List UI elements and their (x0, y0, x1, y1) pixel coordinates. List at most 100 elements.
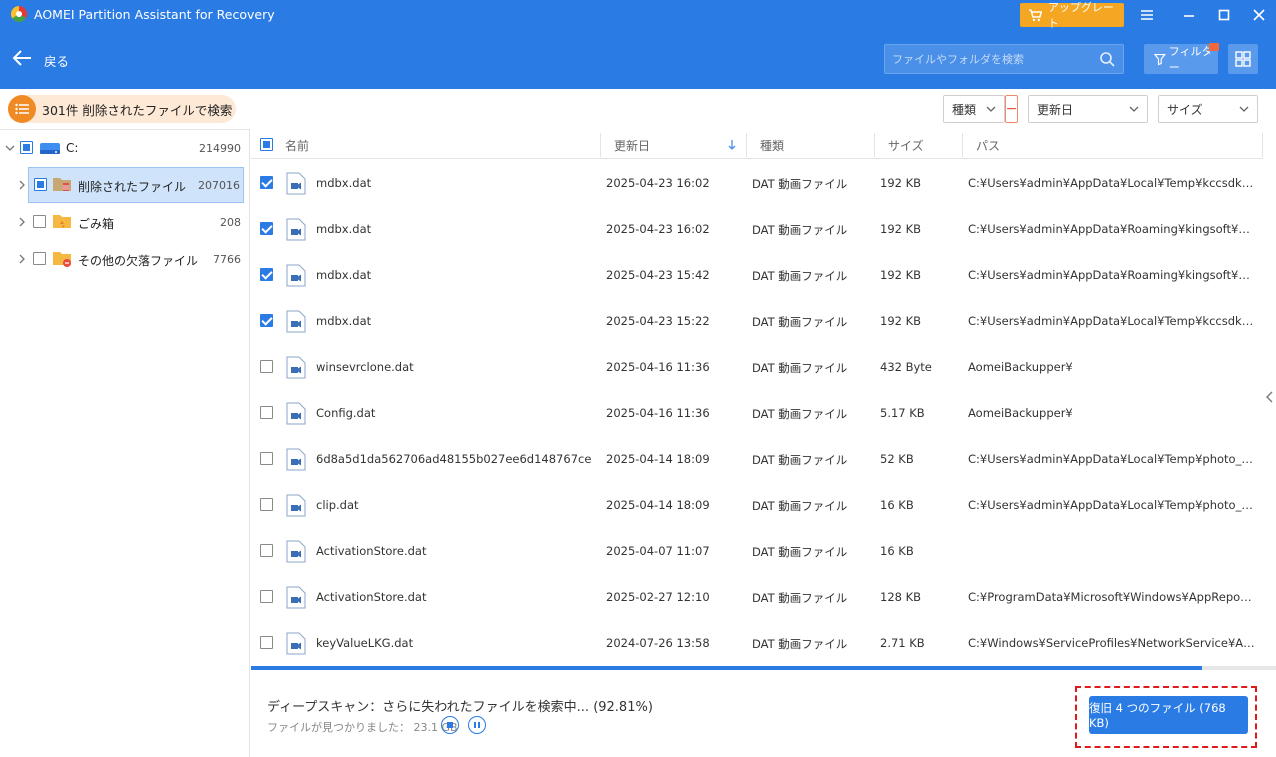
search-icon[interactable] (1099, 51, 1115, 67)
video-file-icon (286, 264, 306, 287)
chevron-right-icon[interactable] (17, 180, 27, 190)
close-button[interactable] (1247, 4, 1271, 26)
lost-files-folder-icon (53, 252, 71, 267)
file-type: DAT 動画ファイル (752, 407, 848, 421)
file-path: C:¥Users¥admin¥AppData¥Roaming¥kingsoft¥… (968, 268, 1256, 282)
chevron-down-icon (986, 106, 996, 112)
column-divider[interactable] (962, 133, 963, 157)
table-row[interactable]: mdbx.dat 2025-04-23 15:22 DAT 動画ファイル 192… (251, 298, 1263, 344)
video-file-icon (286, 310, 306, 333)
grid-view-icon (1235, 51, 1251, 67)
tree-checkbox-recycle-bin[interactable] (33, 215, 46, 228)
file-name: ActivationStore.dat (316, 590, 427, 604)
file-size: 192 KB (880, 314, 922, 328)
search-box[interactable] (884, 44, 1124, 74)
column-header-type[interactable]: 種類 (760, 137, 784, 154)
sort-descending-icon[interactable] (727, 139, 737, 151)
column-header-date[interactable]: 更新日 (614, 137, 650, 154)
file-path: AomeiBackupper¥ (968, 406, 1073, 420)
tree-count-deleted-files: 207016 (198, 179, 240, 192)
menu-button[interactable] (1135, 4, 1159, 26)
file-name: Config.dat (316, 406, 376, 420)
stop-scan-button[interactable] (441, 716, 459, 734)
row-checkbox[interactable] (260, 498, 273, 511)
file-date: 2025-04-16 11:36 (606, 360, 710, 374)
remove-filter-button[interactable]: − (1005, 95, 1018, 123)
folder-tree: C: 214990 削除されたファイル 207016 ごみ箱 208 その他の欠… (0, 129, 250, 757)
maximize-button[interactable] (1212, 4, 1236, 26)
pause-scan-button[interactable] (468, 716, 486, 734)
tree-label-other-lost-files: その他の欠落ファイル (78, 254, 199, 268)
scan-progress-bar (251, 666, 1276, 670)
file-type: DAT 動画ファイル (752, 223, 848, 237)
search-input[interactable] (885, 45, 1095, 73)
file-name: keyValueLKG.dat (316, 636, 414, 650)
table-row[interactable]: mdbx.dat 2025-04-23 16:02 DAT 動画ファイル 192… (251, 206, 1263, 252)
upgrade-button[interactable]: アップグレート (1020, 1, 1124, 30)
file-name: mdbx.dat (316, 176, 372, 190)
table-row[interactable]: clip.dat 2025-04-14 18:09 DAT 動画ファイル 16 … (251, 482, 1263, 528)
tree-item-recycle-bin[interactable]: ごみ箱 208 (0, 204, 250, 240)
filter-icon (1154, 53, 1166, 65)
column-header-path[interactable]: パス (976, 137, 1000, 154)
column-divider[interactable] (1262, 133, 1263, 157)
table-row[interactable]: Config.dat 2025-04-16 11:36 DAT 動画ファイル 5… (251, 390, 1263, 436)
table-row[interactable]: mdbx.dat 2025-04-23 16:02 DAT 動画ファイル 192… (251, 160, 1263, 206)
tree-checkbox-drive-c[interactable] (20, 141, 33, 154)
chevron-down-icon[interactable] (5, 143, 15, 153)
date-filter-label: 更新日 (1037, 102, 1074, 117)
column-divider[interactable] (746, 133, 747, 157)
filter-button[interactable]: フィルター (1144, 43, 1219, 74)
row-checkbox[interactable] (260, 222, 273, 235)
tree-item-other-lost-files[interactable]: その他の欠落ファイル 7766 (0, 241, 250, 277)
column-divider[interactable] (874, 133, 875, 157)
column-divider[interactable] (600, 133, 601, 157)
table-row[interactable]: ActivationStore.dat 2025-02-27 12:10 DAT… (251, 574, 1263, 620)
table-row[interactable]: keyValueLKG.dat 2024-07-26 13:58 DAT 動画フ… (251, 620, 1263, 666)
result-summary-text: 301件 削除されたファイルで検索 (42, 102, 233, 118)
size-filter-dropdown[interactable]: サイズ (1158, 95, 1258, 123)
file-type: DAT 動画ファイル (752, 637, 848, 651)
chevron-right-icon[interactable] (17, 217, 27, 227)
back-label[interactable]: 戻る (44, 51, 69, 70)
minimize-button[interactable] (1177, 4, 1201, 26)
file-size: 2.71 KB (880, 636, 925, 650)
row-checkbox[interactable] (260, 636, 273, 649)
file-type: DAT 動画ファイル (752, 499, 848, 513)
file-type: DAT 動画ファイル (752, 361, 848, 375)
row-checkbox[interactable] (260, 406, 273, 419)
file-date: 2025-04-23 16:02 (606, 176, 710, 190)
row-checkbox[interactable] (260, 590, 273, 603)
tree-checkbox-deleted-files[interactable] (34, 178, 47, 191)
close-icon (1253, 9, 1265, 21)
column-header-size[interactable]: サイズ (888, 137, 924, 154)
date-filter-dropdown[interactable]: 更新日 (1028, 95, 1148, 123)
tree-item-drive-c[interactable]: C: 214990 (0, 130, 250, 166)
table-row[interactable]: winsevrclone.dat 2025-04-16 11:36 DAT 動画… (251, 344, 1263, 390)
row-checkbox[interactable] (260, 544, 273, 557)
chevron-right-icon[interactable] (17, 254, 27, 264)
row-checkbox[interactable] (260, 268, 273, 281)
file-type: DAT 動画ファイル (752, 269, 848, 283)
table-row[interactable]: ActivationStore.dat 2025-04-07 11:07 DAT… (251, 528, 1263, 574)
recover-button[interactable]: 復旧 4 つのファイル (768 KB) (1089, 696, 1248, 734)
tree-checkbox-other-lost-files[interactable] (33, 252, 46, 265)
column-header-name[interactable]: 名前 (285, 137, 309, 154)
back-arrow-icon[interactable] (11, 48, 33, 68)
row-checkbox[interactable] (260, 314, 273, 327)
row-checkbox[interactable] (260, 176, 273, 189)
view-toggle-button[interactable] (1228, 44, 1258, 74)
select-all-checkbox[interactable] (260, 138, 273, 151)
type-filter-dropdown[interactable]: 種類 (943, 95, 1005, 123)
collapse-preview-icon[interactable] (1265, 390, 1275, 404)
row-checkbox[interactable] (260, 452, 273, 465)
table-row[interactable]: 6d8a5d1da562706ad48155b027ee6d148767ceca… (251, 436, 1263, 482)
file-size: 16 KB (880, 544, 914, 558)
row-checkbox[interactable] (260, 360, 273, 373)
file-size: 128 KB (880, 590, 922, 604)
file-name: mdbx.dat (316, 314, 372, 328)
table-row[interactable]: mdbx.dat 2025-04-23 15:42 DAT 動画ファイル 192… (251, 252, 1263, 298)
tree-item-deleted-files[interactable]: 削除されたファイル 207016 (28, 167, 244, 203)
file-type: DAT 動画ファイル (752, 453, 848, 467)
cart-icon (1028, 8, 1042, 21)
